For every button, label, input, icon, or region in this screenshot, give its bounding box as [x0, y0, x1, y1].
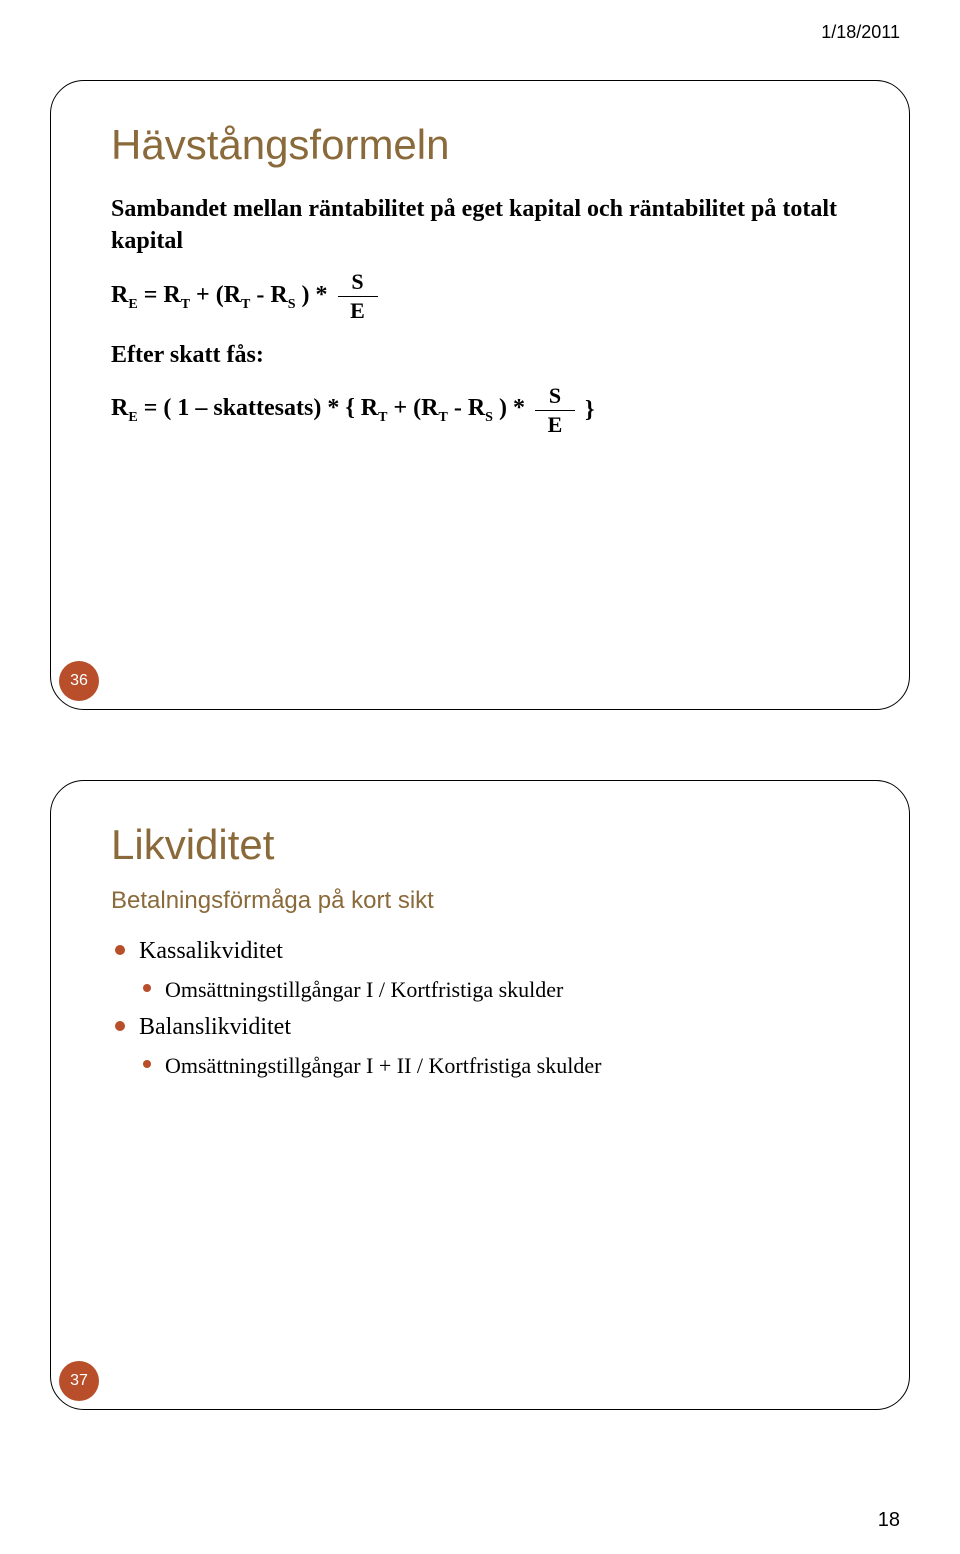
slide-havstangsformeln: Hävstångsformeln Sambandet mellan räntab…: [50, 80, 910, 710]
f2-close: ) *: [493, 395, 525, 421]
f2-minus: - R: [448, 395, 485, 421]
formula-1: RE = RT + (RT - RS ) * S E: [111, 270, 859, 323]
slide-subtitle: Betalningsförmåga på kort sikt: [111, 887, 859, 915]
f2-lhs: R: [111, 395, 128, 421]
f2-rs-sub: S: [485, 410, 493, 425]
slide-number-badge: 37: [59, 1361, 99, 1401]
after-tax-label: Efter skatt fås:: [111, 339, 859, 371]
frac2-den: E: [548, 413, 563, 437]
page-number: 18: [878, 1509, 900, 1532]
f2-eq: = ( 1 – skattesats) * { R: [138, 395, 378, 421]
bullet-kassalikviditet: Kassalikviditet: [111, 935, 859, 969]
frac2-bar: [535, 410, 575, 411]
intro-text: Sambandet mellan räntabilitet på eget ka…: [111, 193, 859, 258]
slide-title: Likviditet: [111, 821, 859, 869]
bullet-balanslikviditet-formula: Omsättningstillgångar I + II / Kortfrist…: [111, 1051, 859, 1082]
bullet-balanslikviditet: Balanslikviditet: [111, 1011, 859, 1045]
f2-lhs-sub: E: [128, 410, 137, 425]
fraction-1: S E: [338, 270, 378, 323]
formula-2-text: RE = ( 1 – skattesats) * { RT + (RT - RS…: [111, 392, 525, 428]
formula-2: RE = ( 1 – skattesats) * { RT + (RT - RS…: [111, 384, 859, 437]
frac1-den: E: [350, 299, 365, 323]
f1-rs-sub: S: [288, 296, 296, 311]
f2-rt2-sub: T: [438, 410, 447, 425]
frac1-num: S: [351, 270, 363, 294]
f1-rt2-sub: T: [241, 296, 250, 311]
f2-plus: + (R: [387, 395, 438, 421]
slide-number-badge: 36: [59, 661, 99, 701]
fraction-2: S E: [535, 384, 575, 437]
frac1-bar: [338, 296, 378, 297]
f1-rt-sub: T: [181, 296, 190, 311]
formula-1-text: RE = RT + (RT - RS ) *: [111, 279, 328, 315]
frac2-num: S: [549, 384, 561, 408]
page-date: 1/18/2011: [821, 22, 900, 43]
f1-plus: + (R: [190, 282, 241, 308]
bullet-kassalikviditet-formula: Omsättningstillgångar I / Kortfristiga s…: [111, 975, 859, 1006]
f1-close: ) *: [296, 282, 328, 308]
slide-title: Hävstångsformeln: [111, 121, 859, 169]
f2-brace-close: }: [585, 394, 594, 426]
f1-lhs-sub: E: [128, 296, 137, 311]
slide-likviditet: Likviditet Betalningsförmåga på kort sik…: [50, 780, 910, 1410]
f1-lhs: R: [111, 282, 128, 308]
f1-eq: = R: [138, 282, 181, 308]
f1-minus: - R: [250, 282, 287, 308]
